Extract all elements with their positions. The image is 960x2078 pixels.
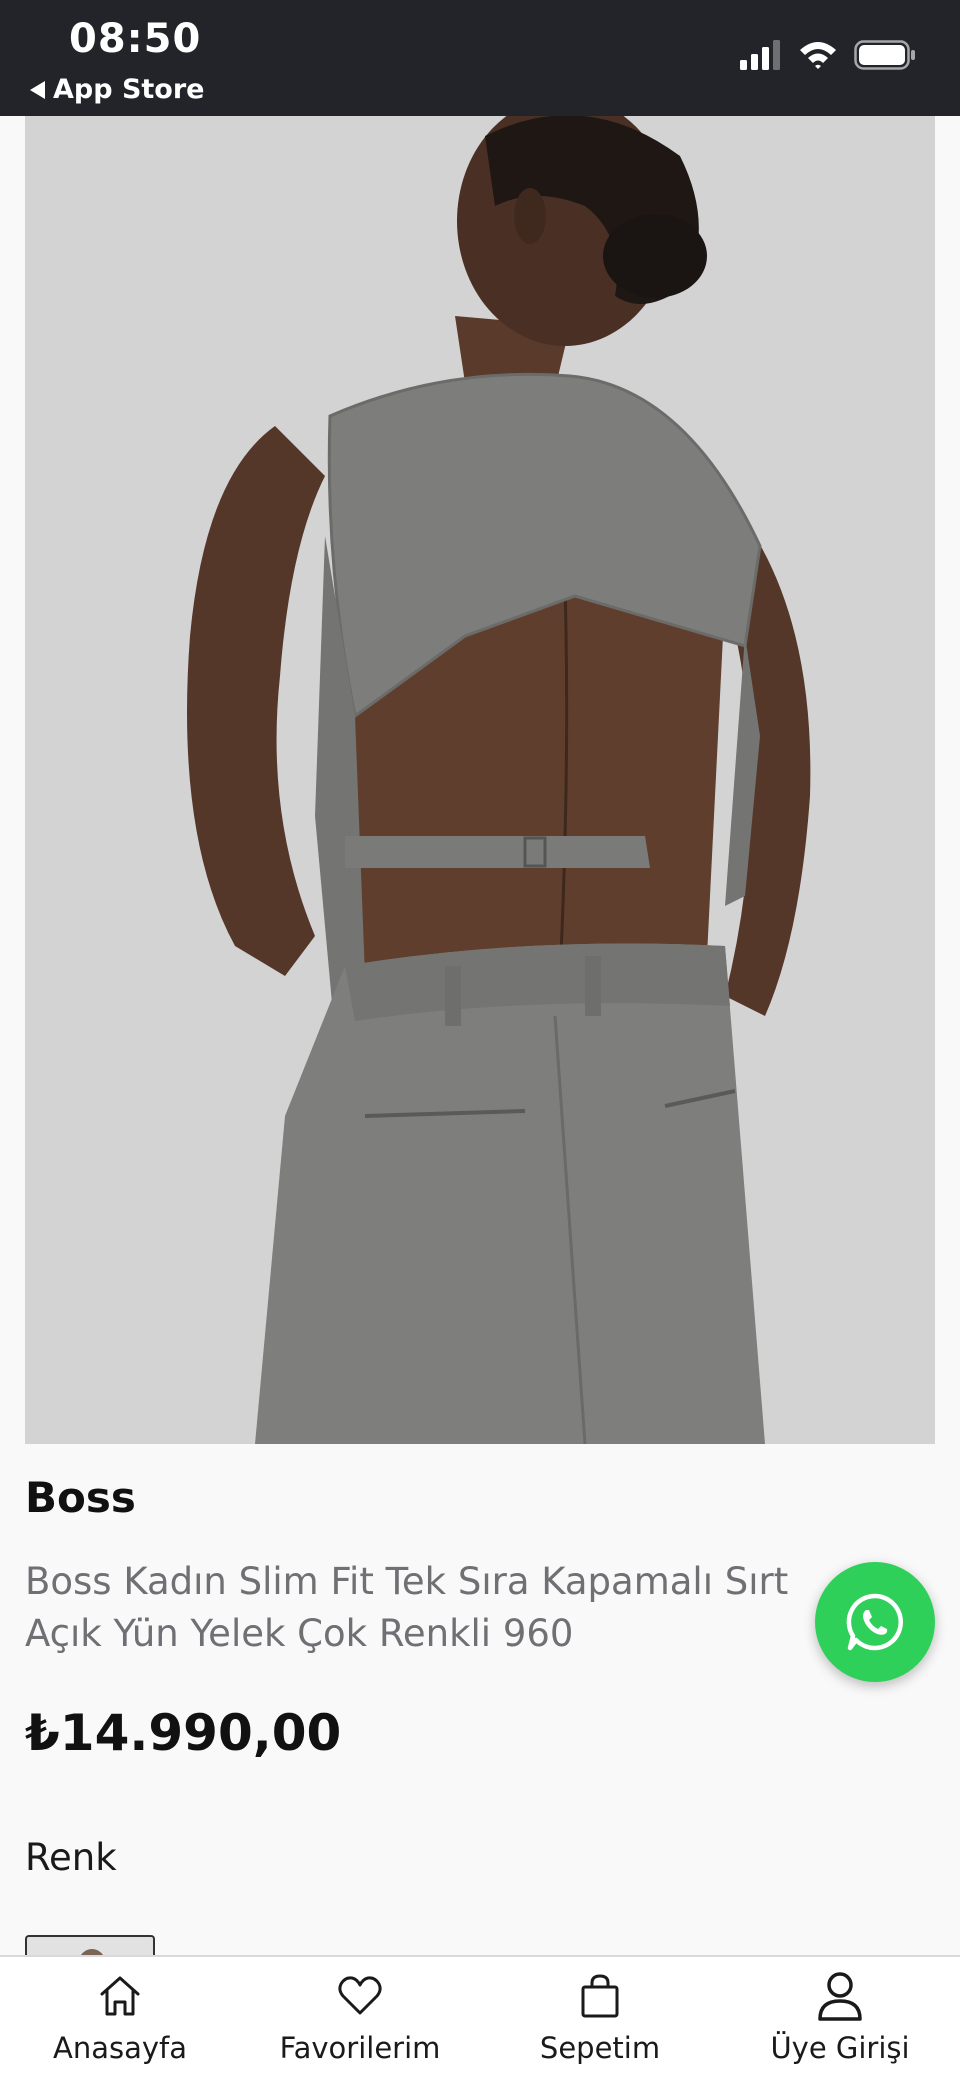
battery-icon	[854, 40, 915, 70]
tab-favorites-label: Favorilerim	[279, 2031, 441, 2065]
tab-home-label: Anasayfa	[52, 2031, 187, 2065]
tab-cart-label: Sepetim	[539, 2031, 661, 2065]
heart-icon	[337, 1969, 383, 2023]
product-detail-page: 08:50 App Store Boss Boss Kadın Slim Fit…	[0, 0, 960, 2078]
color-label: Renk	[25, 1836, 117, 1879]
tab-favorites[interactable]: Favorilerim	[270, 1957, 450, 2078]
status-time: 08:50	[69, 16, 202, 62]
product-photo	[25, 116, 935, 1444]
tab-home[interactable]: Anasayfa	[40, 1957, 200, 2078]
product-image[interactable]	[25, 116, 935, 1444]
bottom-tab-bar: Anasayfa Favorilerim Sepetim Üye Girişi	[0, 1955, 960, 2078]
status-icons	[740, 40, 916, 70]
tab-login[interactable]: Üye Girişi	[760, 1957, 920, 2078]
bag-icon	[580, 1969, 620, 2023]
brand-name[interactable]: Boss	[25, 1473, 136, 1522]
status-bar: 08:50 App Store	[0, 0, 960, 116]
back-arrow-icon	[30, 80, 45, 99]
user-icon	[817, 1969, 863, 2023]
back-to-app-store-link[interactable]: App Store	[30, 74, 204, 105]
product-price: ₺14.990,00	[25, 1704, 342, 1762]
back-label: App Store	[53, 74, 205, 105]
home-icon	[98, 1969, 142, 2023]
wifi-icon	[800, 42, 836, 69]
tab-login-label: Üye Girişi	[770, 2031, 910, 2065]
cellular-signal-icon	[740, 40, 780, 70]
product-title: Boss Kadın Slim Fit Tek Sıra Kapamalı Sı…	[25, 1560, 789, 1655]
tab-cart[interactable]: Sepetim	[520, 1957, 680, 2078]
whatsapp-button[interactable]	[815, 1562, 935, 1682]
whatsapp-icon	[846, 1593, 904, 1651]
